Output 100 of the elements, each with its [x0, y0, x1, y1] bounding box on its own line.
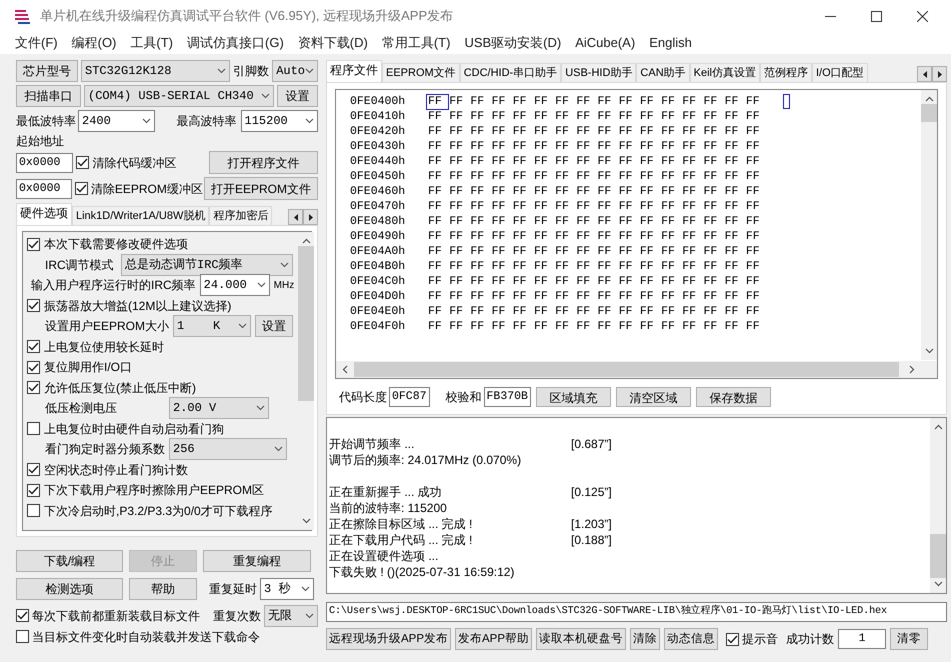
hex-byte[interactable]: FF: [618, 110, 639, 124]
hex-byte[interactable]: FF: [469, 290, 491, 304]
open-program-file-button[interactable]: 打开程序文件: [209, 151, 318, 174]
menu-item[interactable]: 调试仿真接口(G): [180, 33, 291, 53]
scroll-left-button[interactable]: [288, 209, 303, 225]
repeat-count-dropdown[interactable]: 无限: [264, 604, 318, 626]
hex-byte[interactable]: FF: [660, 230, 682, 244]
tab[interactable]: 范例程序: [760, 63, 812, 82]
hex-byte[interactable]: FF: [554, 260, 576, 274]
hex-byte[interactable]: FF: [575, 244, 596, 258]
hex-byte[interactable]: FF: [554, 94, 576, 108]
hex-byte[interactable]: FF: [512, 154, 533, 168]
hex-byte[interactable]: FF: [490, 110, 512, 124]
hex-byte[interactable]: FF: [512, 290, 533, 304]
menu-item[interactable]: USB驱动安装(D): [457, 33, 568, 53]
hex-byte[interactable]: FF: [596, 260, 618, 274]
hex-byte[interactable]: FF: [427, 200, 448, 214]
hex-byte[interactable]: FF: [575, 170, 596, 184]
hex-byte[interactable]: FF: [681, 244, 702, 258]
hex-byte[interactable]: FF: [660, 320, 682, 334]
checkbox[interactable]: [16, 609, 29, 622]
hex-byte[interactable]: FF: [427, 230, 448, 244]
hex-byte[interactable]: FF: [724, 110, 745, 124]
scan-port-button[interactable]: 扫描串口: [16, 85, 82, 107]
hex-action-button[interactable]: 区域填充: [536, 387, 611, 407]
scrollbar-thumb[interactable]: [921, 104, 937, 122]
hex-byte[interactable]: FF: [554, 124, 576, 138]
pin-count-dropdown[interactable]: Auto: [272, 60, 318, 82]
hex-byte[interactable]: FF: [427, 214, 448, 228]
hex-byte[interactable]: FF: [575, 230, 596, 244]
hex-byte[interactable]: FF: [702, 244, 724, 258]
hex-byte[interactable]: FF: [724, 320, 745, 334]
hex-byte[interactable]: FF: [744, 184, 766, 198]
hex-byte[interactable]: FF: [575, 154, 596, 168]
hex-byte[interactable]: FF: [512, 274, 533, 288]
hex-byte[interactable]: FF: [575, 200, 596, 214]
hex-byte[interactable]: FF: [638, 320, 660, 334]
hex-byte[interactable]: FF: [681, 94, 702, 108]
hex-byte[interactable]: FF: [596, 154, 618, 168]
hex-byte[interactable]: FF: [427, 94, 448, 108]
hex-byte[interactable]: FF: [724, 94, 745, 108]
address-field[interactable]: 0x0000: [16, 152, 74, 172]
hex-byte[interactable]: FF: [469, 94, 491, 108]
hex-byte[interactable]: FF: [554, 170, 576, 184]
hex-byte[interactable]: FF: [724, 290, 745, 304]
hex-byte[interactable]: FF: [448, 110, 470, 124]
hex-byte[interactable]: FF: [638, 184, 660, 198]
hex-byte[interactable]: FF: [469, 110, 491, 124]
hex-byte[interactable]: FF: [469, 244, 491, 258]
hex-byte[interactable]: FF: [744, 154, 766, 168]
hex-byte[interactable]: FF: [532, 184, 554, 198]
tab[interactable]: Keil仿真设置: [690, 63, 760, 82]
hex-byte[interactable]: FF: [532, 320, 554, 334]
hex-byte[interactable]: FF: [596, 304, 618, 318]
hex-byte[interactable]: FF: [532, 230, 554, 244]
hex-byte[interactable]: FF: [744, 290, 766, 304]
hex-byte[interactable]: FF: [660, 304, 682, 318]
menu-item[interactable]: 编程(O): [64, 33, 124, 53]
hex-byte[interactable]: FF: [448, 170, 470, 184]
checkbox[interactable]: [74, 182, 88, 195]
hex-byte[interactable]: FF: [575, 94, 596, 108]
hex-byte[interactable]: FF: [596, 244, 618, 258]
hex-byte[interactable]: FF: [638, 200, 660, 214]
hex-byte[interactable]: FF: [638, 260, 660, 274]
scroll-down-icon[interactable]: [924, 348, 934, 354]
hex-byte[interactable]: FF: [702, 94, 724, 108]
hex-byte[interactable]: FF: [660, 214, 682, 228]
hex-byte[interactable]: FF: [512, 110, 533, 124]
hex-byte[interactable]: FF: [702, 290, 724, 304]
tab[interactable]: 程序文件: [326, 60, 382, 82]
hex-byte[interactable]: FF: [532, 94, 554, 108]
set-button[interactable]: 设置: [255, 315, 294, 338]
scrollbar-thumb[interactable]: [354, 362, 899, 377]
hex-byte[interactable]: FF: [702, 320, 724, 334]
option-dropdown[interactable]: 总是动态调节IRC频率: [121, 254, 293, 276]
toolbar-button[interactable]: 远程现场升级APP发布: [326, 628, 452, 650]
hex-byte[interactable]: FF: [681, 154, 702, 168]
hex-byte[interactable]: FF: [512, 244, 533, 258]
hex-byte[interactable]: FF: [554, 184, 576, 198]
hex-byte[interactable]: FF: [618, 200, 639, 214]
checkbox[interactable]: [27, 381, 40, 394]
hex-byte[interactable]: FF: [596, 124, 618, 138]
hex-byte[interactable]: FF: [490, 230, 512, 244]
hex-byte[interactable]: FF: [702, 304, 724, 318]
hex-byte[interactable]: FF: [554, 320, 576, 334]
tab[interactable]: CDC/HID-串口助手: [460, 63, 562, 82]
hex-byte[interactable]: FF: [724, 170, 745, 184]
hex-byte[interactable]: FF: [702, 230, 724, 244]
hex-byte[interactable]: FF: [638, 304, 660, 318]
hex-byte[interactable]: FF: [618, 320, 639, 334]
chip-model-button[interactable]: 芯片型号: [16, 60, 78, 82]
hex-byte[interactable]: FF: [596, 230, 618, 244]
hex-byte[interactable]: FF: [618, 274, 639, 288]
hex-byte[interactable]: FF: [554, 214, 576, 228]
hex-byte[interactable]: FF: [596, 170, 618, 184]
scroll-right-icon[interactable]: [909, 365, 915, 374]
hex-byte[interactable]: FF: [448, 304, 470, 318]
hex-byte[interactable]: FF: [532, 170, 554, 184]
hex-byte[interactable]: FF: [724, 230, 745, 244]
hex-byte[interactable]: FF: [681, 304, 702, 318]
